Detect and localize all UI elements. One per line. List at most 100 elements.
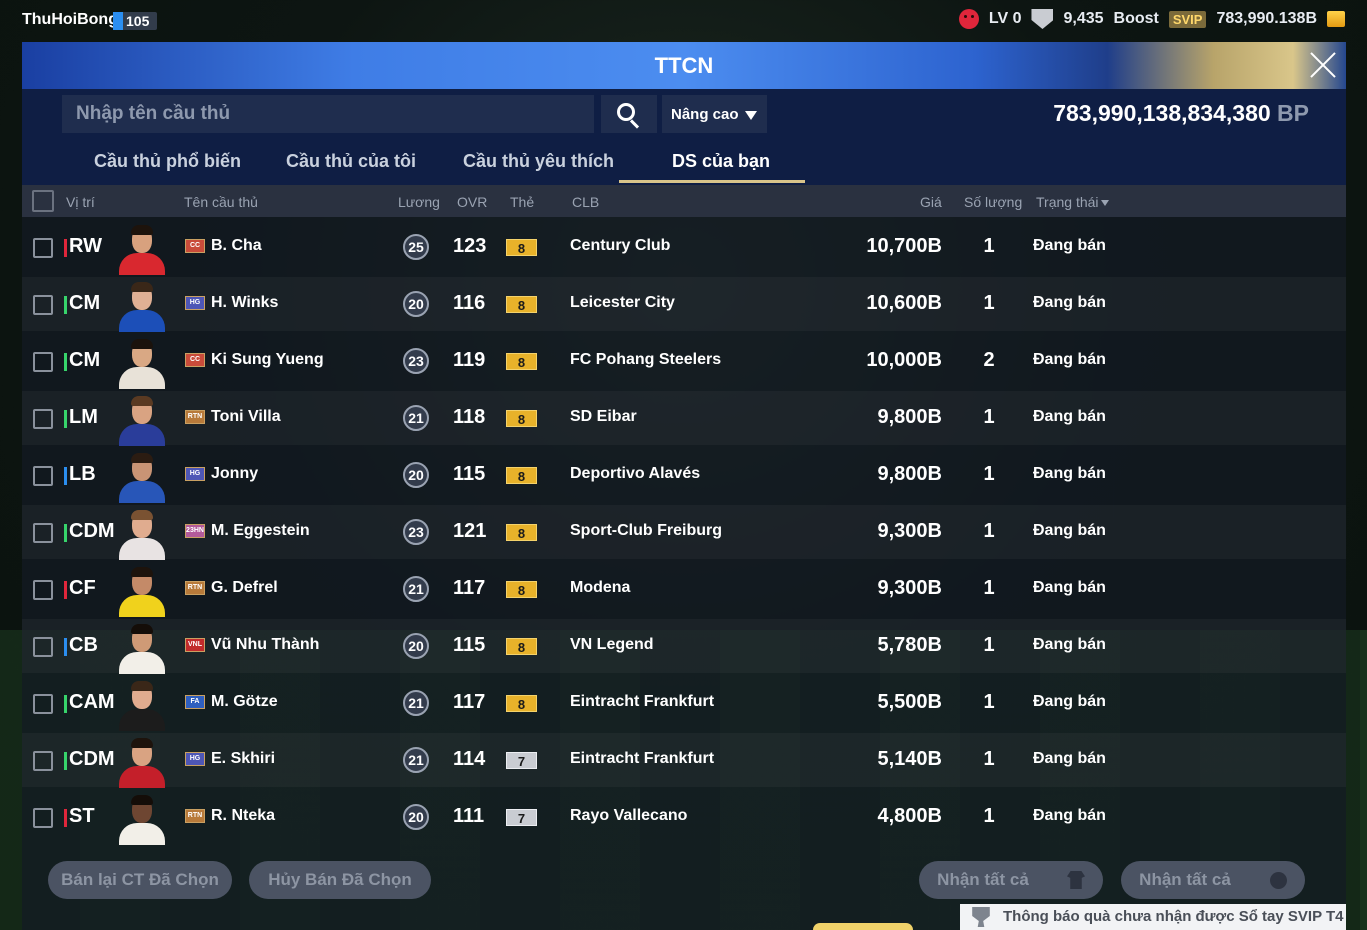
player-hair [131, 225, 153, 235]
advanced-filter-dropdown[interactable]: Nâng cao [662, 95, 767, 133]
notice-text: Thông báo quà chưa nhận được Sổ tay SVIP… [1003, 908, 1344, 925]
player-ovr: 117 [453, 691, 486, 713]
row-checkbox[interactable] [33, 637, 53, 657]
listing-quantity: 1 [983, 292, 995, 314]
listing-quantity: 1 [983, 691, 995, 713]
player-name: G. Defrel [211, 579, 278, 596]
player-shirt [119, 481, 165, 503]
player-hair [131, 738, 153, 748]
table-row[interactable]: CDM 23HN M. Eggestein 23 121 8 Sport-Clu… [22, 505, 1346, 560]
notice-banner[interactable]: Thông báo quà chưa nhận được Sổ tay SVIP… [960, 904, 1346, 930]
table-row[interactable]: CF RTN G. Defrel 21 117 8 Modena 9,300B … [22, 562, 1346, 617]
row-checkbox[interactable] [33, 352, 53, 372]
advanced-filter-label: Nâng cao [671, 106, 739, 123]
active-tab-underline [619, 180, 805, 183]
tab-popular-players[interactable]: Cầu thủ phổ biến [94, 151, 241, 172]
table-row[interactable]: CDM HG E. Skhiri 21 114 7 Eintracht Fran… [22, 733, 1346, 788]
player-ovr: 115 [453, 463, 486, 485]
player-avatar[interactable] [116, 280, 168, 332]
tab-your-listings[interactable]: DS của bạn [672, 151, 770, 172]
card-level-badge: 8 [506, 467, 537, 484]
table-row[interactable]: CM CC Ki Sung Yueng 23 119 8 FC Pohang S… [22, 334, 1346, 389]
coins-value: 9,435 [1063, 10, 1104, 27]
tab-favorite-players[interactable]: Cầu thủ yêu thích [463, 151, 614, 172]
svip-badge[interactable]: SVIP [1168, 10, 1207, 28]
player-position: CDM [69, 520, 115, 542]
listing-price: 5,500B [877, 691, 943, 713]
search-input[interactable] [62, 95, 594, 133]
row-checkbox[interactable] [33, 751, 53, 771]
row-checkbox[interactable] [33, 238, 53, 258]
search-button[interactable] [601, 95, 657, 133]
player-avatar[interactable] [116, 622, 168, 674]
player-hair [131, 453, 153, 463]
claim-all-bp-button[interactable]: Nhận tất cả [1121, 861, 1305, 899]
bp-balance: 783,990,138,834,380 BP [1053, 100, 1309, 127]
player-avatar[interactable] [116, 736, 168, 788]
card-level-badge: 8 [506, 638, 537, 655]
row-checkbox[interactable] [33, 808, 53, 828]
claim-all-items-button[interactable]: Nhận tất cả [919, 861, 1103, 899]
table-row[interactable]: CM HG H. Winks 20 116 8 Leicester City 1… [22, 277, 1346, 332]
player-avatar[interactable] [116, 793, 168, 845]
player-avatar[interactable] [116, 679, 168, 731]
row-checkbox[interactable] [33, 409, 53, 429]
bp-balance-value: 783,990,138,834,380 [1053, 100, 1271, 126]
table-row[interactable]: CAM FA M. Götze 21 117 8 Eintracht Frank… [22, 676, 1346, 731]
col-price: Giá [920, 194, 942, 210]
listing-quantity: 1 [983, 634, 995, 656]
col-status[interactable]: Trạng thái [1036, 194, 1109, 210]
position-color-bar [64, 581, 67, 599]
table-row[interactable]: RW CC B. Cha 25 123 8 Century Club 10,70… [22, 220, 1346, 275]
table-row[interactable]: ST RTN R. Nteka 20 111 7 Rayo Vallecano … [22, 790, 1346, 845]
player-avatar[interactable] [116, 508, 168, 560]
level-badge: 105 [113, 12, 157, 30]
player-avatar[interactable] [116, 565, 168, 617]
event-pill[interactable] [813, 923, 913, 930]
player-wage: 21 [403, 576, 429, 602]
row-checkbox[interactable] [33, 694, 53, 714]
player-avatar[interactable] [116, 337, 168, 389]
sad-face-icon [958, 9, 979, 29]
close-button[interactable] [1308, 50, 1338, 80]
row-checkbox[interactable] [33, 466, 53, 486]
bp-coin-icon[interactable] [1327, 11, 1345, 27]
player-avatar[interactable] [116, 394, 168, 446]
player-avatar[interactable] [116, 223, 168, 275]
player-shirt [119, 652, 165, 674]
player-position: LM [69, 406, 98, 428]
listing-status: Đang bán [1033, 693, 1106, 710]
resell-selected-button[interactable]: Bán lại CT Đã Chọn [48, 861, 232, 899]
player-ovr: 115 [453, 634, 486, 656]
player-ovr: 117 [453, 577, 486, 599]
player-wage: 20 [403, 462, 429, 488]
select-all-checkbox[interactable] [32, 190, 54, 212]
listing-quantity: 1 [983, 520, 995, 542]
search-icon [617, 103, 635, 121]
cancel-selected-button[interactable]: Hủy Bán Đã Chọn [249, 861, 431, 899]
top-right-stats: LV 0 9,435 Boost SVIP 783,990.138B [958, 9, 1345, 29]
player-club: Modena [570, 579, 631, 596]
bp-balance-unit: BP [1277, 100, 1309, 126]
position-color-bar [64, 809, 67, 827]
player-name: M. Eggestein [211, 522, 310, 539]
row-checkbox[interactable] [33, 295, 53, 315]
window-title: TTCN [654, 53, 714, 78]
table-row[interactable]: LM RTN Toni Villa 21 118 8 SD Eibar 9,80… [22, 391, 1346, 446]
season-badge-icon: RTN [185, 581, 205, 595]
card-level-badge: 8 [506, 524, 537, 541]
player-shirt [119, 310, 165, 332]
table-row[interactable]: LB HG Jonny 20 115 8 Deportivo Alavés 9,… [22, 448, 1346, 503]
table-row[interactable]: CB VNL Vũ Nhu Thành 20 115 8 VN Legend 5… [22, 619, 1346, 674]
col-ovr: OVR [457, 194, 488, 210]
player-position: ST [69, 805, 95, 827]
tab-my-players[interactable]: Cầu thủ của tôi [286, 151, 416, 172]
player-avatar[interactable] [116, 451, 168, 503]
row-checkbox[interactable] [33, 580, 53, 600]
player-name: Ki Sung Yueng [211, 351, 324, 368]
claim-all-bp-label: Nhận tất cả [1139, 870, 1231, 889]
listing-status: Đang bán [1033, 807, 1106, 824]
player-wage: 23 [403, 519, 429, 545]
row-checkbox[interactable] [33, 523, 53, 543]
listing-price: 9,800B [877, 406, 943, 428]
